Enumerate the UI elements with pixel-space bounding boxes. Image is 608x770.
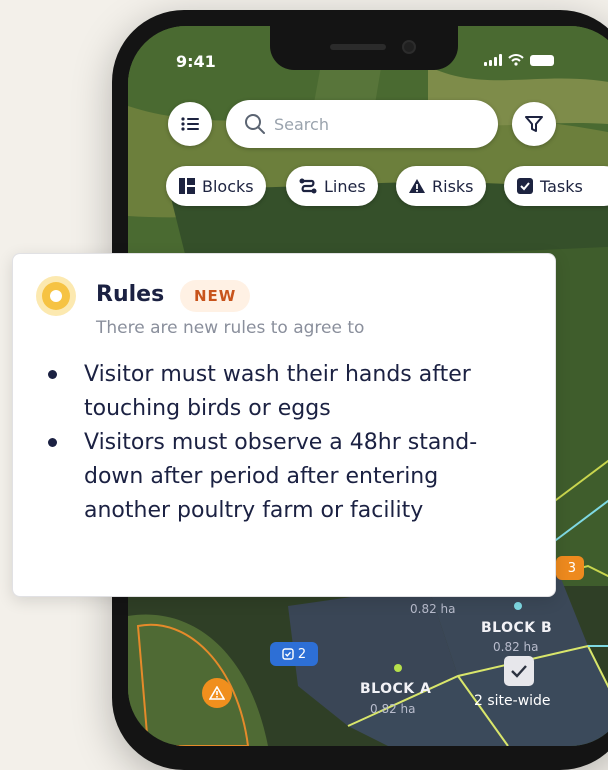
block-b-area: 0.82 ha bbox=[493, 640, 539, 654]
bullet-icon bbox=[48, 438, 57, 447]
status-icons bbox=[484, 54, 554, 66]
search-input[interactable]: Search bbox=[226, 100, 498, 148]
bullet-icon bbox=[48, 370, 57, 379]
check-icon bbox=[511, 665, 527, 678]
site-task-marker[interactable] bbox=[504, 656, 534, 686]
rule-item: Visitors must observe a 48hr stand-down … bbox=[84, 430, 478, 523]
filter-icon bbox=[525, 116, 543, 132]
menu-button[interactable] bbox=[168, 102, 212, 146]
phone-speaker bbox=[330, 44, 386, 50]
sitewide-label: 2 site-wide bbox=[474, 693, 551, 709]
warning-triangle-icon bbox=[409, 179, 425, 193]
rule-item: Visitor must wash their hands after touc… bbox=[84, 362, 471, 421]
phone-camera bbox=[402, 40, 416, 54]
warning-triangle-icon bbox=[209, 686, 225, 700]
chip-label: Lines bbox=[324, 176, 366, 196]
rules-alert-icon bbox=[36, 276, 76, 316]
task-count-badge[interactable]: 2 bbox=[270, 642, 318, 666]
risk-count-badge[interactable]: 3 bbox=[556, 556, 584, 580]
checkbox-icon bbox=[517, 178, 533, 194]
chip-label: Risks bbox=[432, 176, 474, 196]
checkbox-icon bbox=[282, 648, 294, 660]
block-a-area: 0.82 ha bbox=[370, 702, 416, 716]
new-badge: NEW bbox=[180, 280, 251, 312]
signal-icon bbox=[484, 54, 502, 66]
chip-lines[interactable]: Lines bbox=[286, 166, 378, 206]
chip-label: Blocks bbox=[202, 176, 254, 196]
rules-subtitle: There are new rules to agree to bbox=[96, 318, 365, 338]
wifi-icon bbox=[508, 54, 524, 66]
block-b-label[interactable]: BLOCK B bbox=[481, 620, 552, 636]
chip-label: Tasks bbox=[540, 176, 583, 196]
lines-icon bbox=[299, 178, 317, 194]
chip-risks[interactable]: Risks bbox=[396, 166, 486, 206]
filter-button[interactable] bbox=[512, 102, 556, 146]
risk-marker[interactable] bbox=[202, 678, 232, 708]
block-area-label: 0.82 ha bbox=[410, 602, 456, 616]
rules-title: Rules bbox=[96, 282, 165, 307]
chip-tasks[interactable]: Tasks bbox=[504, 166, 608, 206]
blocks-icon bbox=[179, 178, 195, 194]
battery-icon bbox=[530, 54, 554, 66]
status-time: 9:41 bbox=[176, 52, 216, 71]
chip-blocks[interactable]: Blocks bbox=[166, 166, 266, 206]
search-icon bbox=[245, 114, 265, 134]
search-placeholder: Search bbox=[274, 114, 329, 134]
block-a-label[interactable]: BLOCK A bbox=[360, 681, 431, 697]
list-menu-icon bbox=[181, 117, 199, 131]
